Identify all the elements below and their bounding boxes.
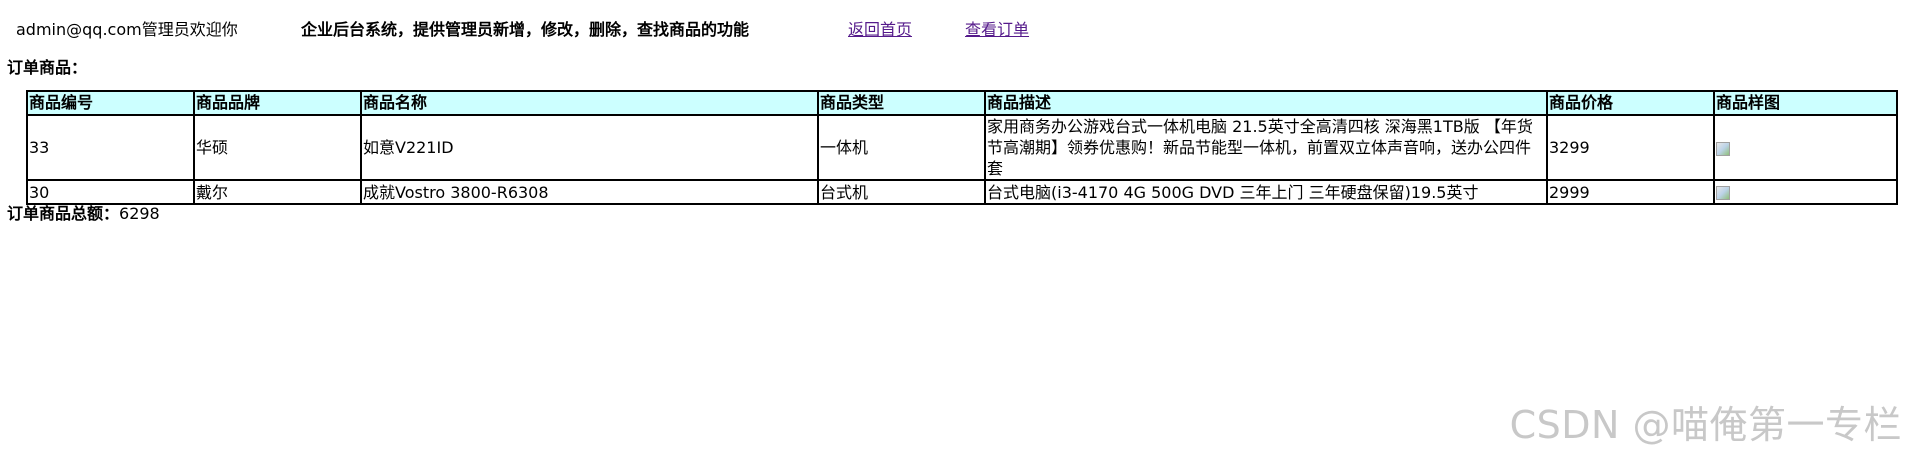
cell-name: 成就Vostro 3800-R6308 (360, 179, 819, 205)
cell-image (1713, 179, 1898, 205)
order-items-title: 订单商品： (7, 58, 88, 77)
cell-id: 33 (26, 114, 195, 181)
column-header-brand: 商品品牌 (193, 90, 362, 116)
column-header-price: 商品价格 (1546, 90, 1715, 116)
cell-price: 2999 (1546, 179, 1715, 205)
column-header-name: 商品名称 (360, 90, 819, 116)
broken-image-icon (1716, 186, 1730, 200)
cell-type: 台式机 (817, 179, 986, 205)
column-header-description: 商品描述 (984, 90, 1548, 116)
order-total: 订单商品总额：6298 (7, 200, 160, 224)
home-link[interactable]: 返回首页 (848, 16, 912, 40)
order-total-label: 订单商品总额： (7, 204, 120, 223)
cell-brand: 戴尔 (193, 179, 362, 205)
table-row: 30 戴尔 成就Vostro 3800-R6308 台式机 台式电脑(i3-41… (26, 179, 1898, 205)
column-header-image: 商品样图 (1713, 90, 1898, 116)
view-orders-link[interactable]: 查看订单 (965, 16, 1029, 40)
cell-description: 家用商务办公游戏台式一体机电脑 21.5英寸全高清四核 深海黑1TB版 【年货节… (984, 114, 1548, 181)
broken-image-icon (1716, 141, 1730, 156)
order-total-value: 6298 (119, 204, 160, 223)
cell-description: 台式电脑(i3-4170 4G 500G DVD 三年上门 三年硬盘保留)19.… (984, 179, 1548, 205)
cell-brand: 华硕 (193, 114, 362, 181)
cell-name: 如意V221ID (360, 114, 819, 181)
column-header-id: 商品编号 (26, 90, 195, 116)
user-greeting: admin@qq.com管理员欢迎你 (16, 20, 238, 39)
cell-image (1713, 114, 1898, 181)
column-header-type: 商品类型 (817, 90, 986, 116)
order-items-table: 商品编号 商品品牌 商品名称 商品类型 商品描述 商品价格 商品样图 33 华硕… (26, 90, 1898, 205)
table-header-row: 商品编号 商品品牌 商品名称 商品类型 商品描述 商品价格 商品样图 (26, 90, 1898, 116)
cell-type: 一体机 (817, 114, 986, 181)
system-description: 企业后台系统，提供管理员新增，修改，删除，查找商品的功能 (301, 20, 750, 39)
table-row: 33 华硕 如意V221ID 一体机 家用商务办公游戏台式一体机电脑 21.5英… (26, 114, 1898, 181)
cell-price: 3299 (1546, 114, 1715, 181)
csdn-watermark: CSDN @喵俺第一专栏 (1509, 403, 1902, 447)
top-bar: admin@qq.com管理员欢迎你 企业后台系统，提供管理员新增，修改，删除，… (0, 0, 1906, 56)
